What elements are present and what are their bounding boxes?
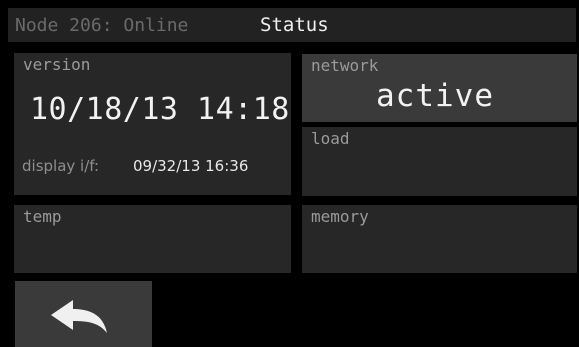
version-value: 10/18/13 14:18	[30, 92, 290, 127]
node-status: Node 206: Online	[15, 15, 189, 36]
back-arrow-icon	[51, 300, 107, 333]
memory-label: memory	[311, 207, 369, 226]
temp-label: temp	[23, 207, 62, 226]
header-bar: Node 206: Online Status	[8, 8, 576, 42]
load-panel[interactable]: load	[302, 127, 577, 196]
network-panel[interactable]: network active	[302, 54, 577, 122]
status-screen: Node 206: Online Status version 10/18/13…	[0, 0, 579, 347]
temp-panel[interactable]: temp	[14, 205, 291, 273]
network-label: network	[311, 56, 379, 75]
memory-panel[interactable]: memory	[302, 205, 577, 273]
page-title: Status	[260, 14, 329, 36]
load-label: load	[311, 129, 350, 148]
network-value: active	[376, 78, 494, 114]
version-panel: version 10/18/13 14:18 display i/f: 09/3…	[14, 53, 291, 195]
display-if-value: 09/32/13 16:36	[133, 157, 249, 175]
back-button[interactable]	[15, 281, 152, 347]
display-if-label: display i/f:	[22, 157, 100, 175]
version-label: version	[23, 55, 91, 74]
